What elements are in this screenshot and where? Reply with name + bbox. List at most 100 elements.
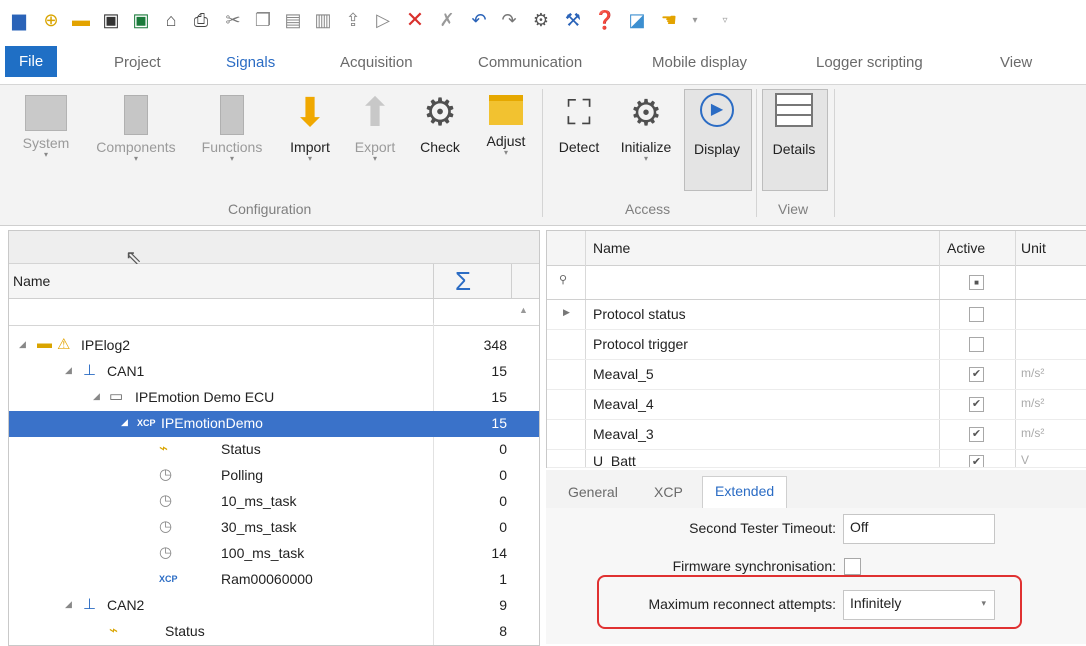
- save-as-icon[interactable]: ▣: [130, 9, 152, 31]
- help-icon[interactable]: ❓: [594, 9, 616, 31]
- components-label: Components: [96, 139, 176, 155]
- grid-cell-unit: m/s²: [1021, 426, 1045, 440]
- tab-acquisition[interactable]: Acquisition: [340, 54, 413, 71]
- tree-row[interactable]: ◷ 30_ms_task 0: [9, 515, 539, 541]
- grid-filter-row[interactable]: ⚲ ■: [547, 265, 1086, 300]
- grid-row[interactable]: Meaval_4 ✔ m/s²: [547, 389, 1086, 420]
- tab-general[interactable]: General: [568, 484, 618, 500]
- chart-icon[interactable]: ◪: [626, 9, 648, 31]
- grid-row[interactable]: Meaval_3 ✔ m/s²: [547, 419, 1086, 450]
- save-icon[interactable]: ▣: [100, 9, 122, 31]
- grid-row[interactable]: U_Batt ✔ V: [547, 449, 1086, 468]
- import-button[interactable]: ⬇ Import ▾: [280, 91, 340, 163]
- open-icon[interactable]: ▬: [70, 9, 92, 31]
- tab-xcp[interactable]: XCP: [654, 484, 683, 500]
- tree-row[interactable]: ◢ ⊥ CAN2 9: [9, 593, 539, 619]
- tree-row[interactable]: ◷ 100_ms_task 14: [9, 541, 539, 567]
- tree-row-selected[interactable]: ◢ XCP IPEmotionDemo 15: [9, 411, 539, 437]
- column-header-unit[interactable]: Unit: [1021, 240, 1046, 256]
- details-button[interactable]: Details: [764, 93, 824, 157]
- column-header-name[interactable]: Name: [13, 273, 50, 289]
- redo-icon[interactable]: ↷: [498, 9, 520, 31]
- grid-cell-name: Protocol status: [593, 306, 686, 322]
- hand-icon[interactable]: ☚: [658, 9, 680, 31]
- check-button[interactable]: ⚙ Check: [410, 91, 470, 155]
- tree-row-label: CAN2: [107, 597, 145, 613]
- initialize-button[interactable]: ⚙ Initialize ▾: [612, 91, 680, 163]
- undo-icon[interactable]: ↶: [468, 9, 490, 31]
- tab-communication[interactable]: Communication: [478, 54, 582, 71]
- column-header-name[interactable]: Name: [593, 240, 630, 256]
- collapse-icon[interactable]: ◢: [65, 365, 72, 376]
- display-button[interactable]: ▶ Display: [686, 93, 748, 157]
- system-button[interactable]: System ▾: [16, 95, 76, 159]
- tree-row-label: 10_ms_task: [221, 493, 297, 509]
- grid-row[interactable]: ▶ Protocol status: [547, 299, 1086, 330]
- active-checkbox[interactable]: [969, 307, 984, 322]
- delete-icon[interactable]: ✕: [404, 7, 426, 32]
- tree-row[interactable]: ⌁ Status 8: [9, 619, 539, 645]
- scroll-up-icon[interactable]: ▲: [519, 305, 528, 315]
- tree-row-label: Status: [221, 441, 261, 457]
- cut-icon[interactable]: ✂: [222, 9, 244, 31]
- column-header-sum[interactable]: Σ: [455, 266, 471, 297]
- tree-row[interactable]: ◷ Polling 0: [9, 463, 539, 489]
- active-checkbox[interactable]: ✔: [969, 455, 984, 467]
- settings-icon[interactable]: ⚙: [530, 9, 552, 31]
- delete-all-icon[interactable]: ✗: [436, 9, 458, 31]
- auto-icon[interactable]: ⌂: [160, 9, 182, 31]
- grid-row[interactable]: Protocol trigger: [547, 329, 1086, 360]
- collapse-icon[interactable]: ◢: [19, 339, 26, 350]
- active-checkbox[interactable]: [969, 337, 984, 352]
- filter-pin-icon[interactable]: ⚲: [559, 273, 567, 286]
- import-icon[interactable]: ⇪: [342, 9, 364, 31]
- tree-row[interactable]: XCP Ram00060000 1: [9, 567, 539, 593]
- firmware-sync-checkbox[interactable]: [844, 558, 861, 575]
- filter-active-checkbox[interactable]: ■: [969, 275, 984, 290]
- group-label-view: View: [778, 201, 809, 217]
- tab-extended[interactable]: Extended: [702, 476, 788, 511]
- tree-row[interactable]: ◢ ⊥ CAN1 15: [9, 359, 539, 385]
- paste-icon[interactable]: ▤: [282, 9, 304, 31]
- column-divider: [433, 299, 434, 325]
- adjust-button[interactable]: Adjust ▾: [476, 95, 536, 157]
- print-icon[interactable]: ⎙: [190, 9, 212, 31]
- collapse-icon[interactable]: ◢: [65, 599, 72, 610]
- tab-view[interactable]: View: [1000, 54, 1032, 71]
- tree-row[interactable]: ⌁ Status 0: [9, 437, 539, 463]
- tab-signals[interactable]: Signals: [226, 54, 275, 71]
- functions-button[interactable]: Functions ▾: [192, 95, 272, 163]
- tab-mobile-display[interactable]: Mobile display: [652, 54, 747, 71]
- tree-row[interactable]: ◢ ▬ ⚠ IPElog2 348: [9, 333, 539, 359]
- can-bus-icon: ⊥: [83, 362, 97, 379]
- tab-file[interactable]: File: [5, 46, 58, 77]
- column-header-active[interactable]: Active: [947, 240, 985, 256]
- tab-logger-scripting[interactable]: Logger scripting: [816, 54, 923, 71]
- customize-icon[interactable]: ▿: [714, 9, 736, 31]
- ribbon-separator: [834, 89, 835, 217]
- dropdown-arrow-icon[interactable]: ▾: [684, 9, 706, 31]
- detect-button[interactable]: ⛶ Detect: [550, 91, 608, 155]
- active-checkbox[interactable]: ✔: [969, 397, 984, 412]
- active-checkbox[interactable]: ✔: [969, 367, 984, 382]
- tree-row[interactable]: ◷ 10_ms_task 0: [9, 489, 539, 515]
- new-icon[interactable]: ⊕: [40, 9, 62, 31]
- export-icon[interactable]: ▷: [372, 9, 394, 31]
- tab-project[interactable]: Project: [114, 54, 161, 71]
- tree-row[interactable]: ◢ ▭ IPEmotion Demo ECU 15: [9, 385, 539, 411]
- tools-icon[interactable]: ⚒: [562, 9, 584, 31]
- active-checkbox[interactable]: ✔: [969, 427, 984, 442]
- components-button[interactable]: Components ▾: [86, 95, 186, 163]
- ribbon-separator: [756, 89, 757, 217]
- grid-cell-name: Meaval_5: [593, 366, 654, 382]
- grid-row[interactable]: Meaval_5 ✔ m/s²: [547, 359, 1086, 390]
- copy-icon[interactable]: ❐: [252, 9, 274, 31]
- paste-special-icon[interactable]: ▥: [312, 9, 334, 31]
- export-button[interactable]: ⬆ Export ▾: [344, 91, 406, 163]
- collapse-icon[interactable]: ◢: [121, 417, 128, 428]
- app-icon[interactable]: ▆: [8, 9, 30, 31]
- tree-filter-row[interactable]: ▲: [9, 299, 539, 326]
- collapse-icon[interactable]: ◢: [93, 391, 100, 402]
- second-tester-timeout-field[interactable]: Off: [843, 514, 995, 544]
- quick-access-toolbar: ▆ ⊕ ▬ ▣ ▣ ⌂ ⎙ ✂ ❐ ▤ ▥ ⇪ ▷ ✕ ✗ ↶ ↷ ⚙ ⚒ ❓ …: [0, 0, 1086, 38]
